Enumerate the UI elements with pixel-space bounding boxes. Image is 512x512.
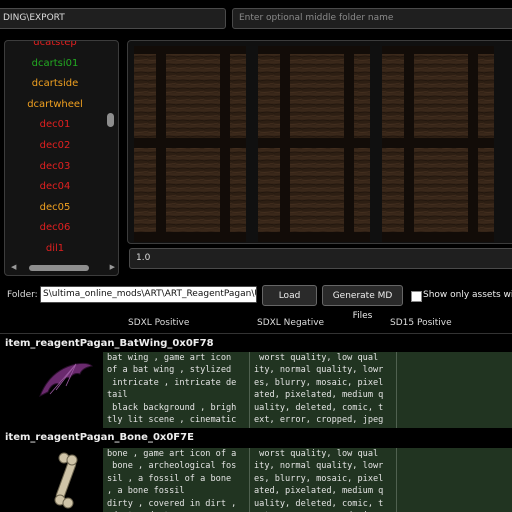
asset-list-item[interactable]: dec06 [5,218,105,239]
horizontal-scroll-thumb[interactable] [29,265,89,271]
folder-path-text: S\ultima_online_mods\ART\ART_ReagentPaga… [43,289,256,299]
asset-list-vertical-scrollbar[interactable] [106,47,115,247]
sdxl-positive-cell[interactable]: bone , game art icon of a bone , archeol… [103,448,249,512]
generate-md-files-button[interactable]: Generate MD Files [322,285,403,321]
folder-label: Folder: [7,290,38,300]
vertical-scroll-thumb[interactable] [107,113,114,127]
bat-wing-icon [39,362,94,398]
show-only-label: Show only assets with bl [423,290,512,300]
asset-list-item[interactable]: dcartsi01 [5,54,105,75]
texture-preview-image [134,46,494,242]
asset-list-item[interactable]: dil1 [5,239,105,260]
bone-icon [54,452,78,509]
middle-folder-placeholder: Enter optional middle folder name [239,13,394,23]
load-button[interactable]: Load [262,285,317,306]
preview-value-input[interactable]: 1.0 [129,248,512,269]
scroll-right-arrow-icon[interactable]: ▶ [110,263,115,271]
sdxl-negative-cell[interactable]: worst quality, low qual ity, normal qual… [250,352,396,428]
column-header-sd15-positive: SD15 Positive [390,318,452,328]
export-path-field[interactable]: DING\EXPORT [0,8,226,29]
sd15-positive-cell[interactable] [397,448,512,512]
asset-list-item[interactable]: dec01 [5,115,105,136]
asset-list-item[interactable]: dcartwheel [5,95,105,116]
sd15-positive-cell[interactable] [397,352,512,428]
asset-list-item[interactable]: dec02 [5,136,105,157]
show-only-checkbox[interactable] [411,291,422,302]
asset-list-items: dcatstep dcartsi01 dcartside dcartwheel dec0… [5,41,105,260]
asset-list-item[interactable]: dec03 [5,157,105,178]
asset-list-horizontal-scrollbar[interactable]: ◀ ▶ [11,263,115,272]
export-path-text: DING\EXPORT [3,13,65,23]
asset-list[interactable]: dcatstep dcartsi01 dcartside dcartwheel dec0… [4,40,119,276]
asset-list-item[interactable]: dcatstep [5,41,105,54]
column-header-sdxl-positive: SDXL Positive [128,318,190,328]
sdxl-negative-cell[interactable]: worst quality, low qual ity, normal qual… [250,448,396,512]
preview-value-text: 1.0 [136,253,151,263]
sdxl-positive-cell[interactable]: bat wing , game art icon of a bat wing ,… [103,352,249,428]
asset-row-title: item_reagentPagan_BatWing_0x0F78 [5,338,214,349]
load-button-label: Load [278,291,301,301]
middle-folder-input[interactable]: Enter optional middle folder name [232,8,512,29]
asset-list-item[interactable]: dec04 [5,177,105,198]
asset-list-item[interactable]: dcartside [5,74,105,95]
folder-path-input[interactable]: S\ultima_online_mods\ART\ART_ReagentPaga… [40,286,257,303]
column-header-sdxl-negative: SDXL Negative [257,318,325,328]
asset-row-title: item_reagentPagan_Bone_0x0F7E [5,432,194,443]
asset-list-item[interactable]: dec05 [5,198,105,219]
scroll-left-arrow-icon[interactable]: ◀ [11,263,16,271]
generate-md-files-label: Generate MD Files [332,291,393,321]
header-divider [0,333,512,334]
